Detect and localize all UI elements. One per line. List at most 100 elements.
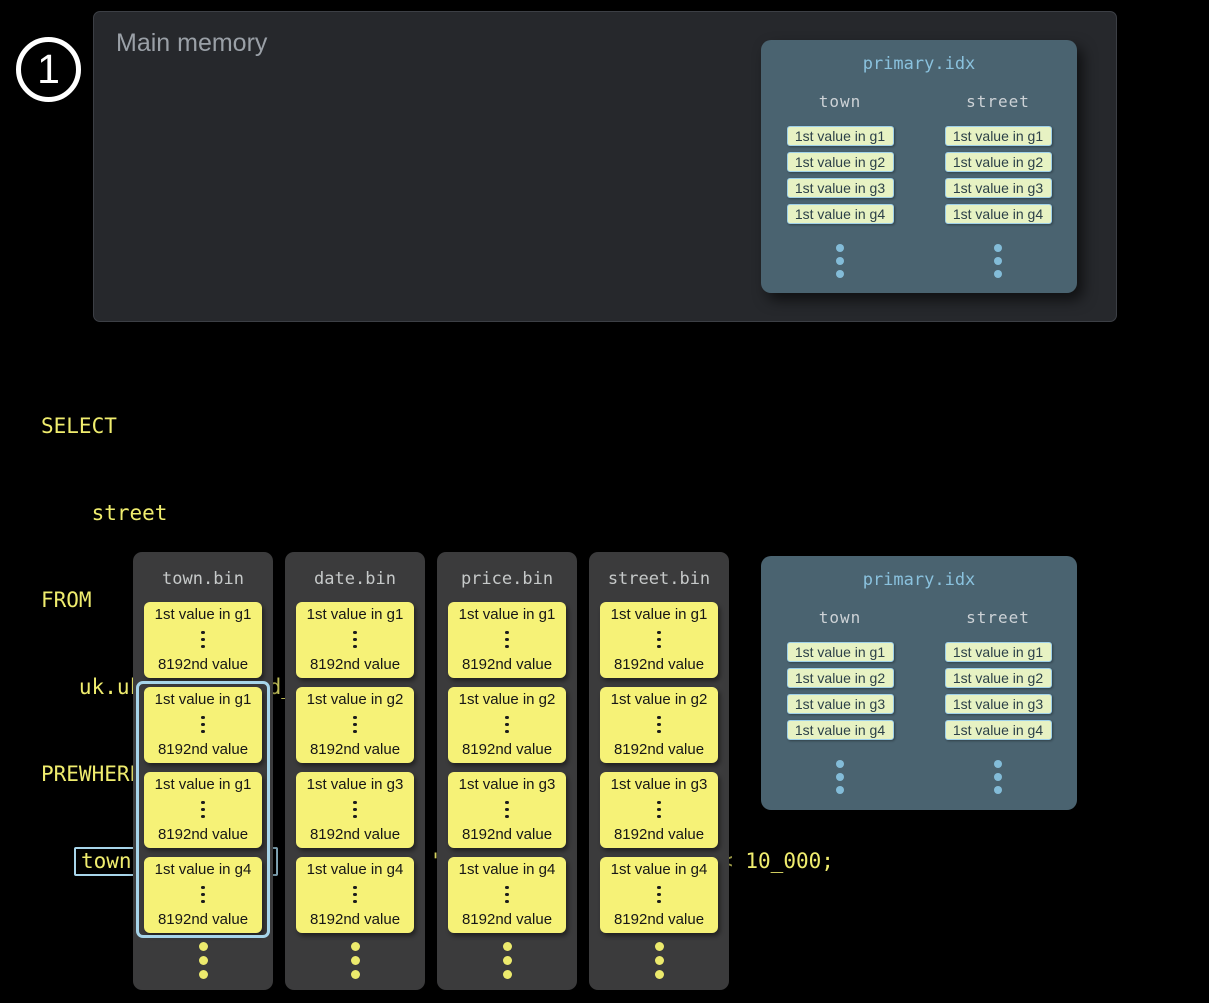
ellipsis-dots-icon bbox=[836, 239, 844, 283]
granule-first-value: 1st value in g4 bbox=[307, 861, 404, 878]
idx-column-town-header: town bbox=[819, 608, 862, 627]
granule-block: 1st value in g4 8192nd value bbox=[448, 857, 566, 933]
idx-column-town: town 1st value in g1 1st value in g2 1st… bbox=[761, 84, 919, 283]
idx-column-street-header: street bbox=[966, 92, 1030, 111]
granule-first-value: 1st value in g4 bbox=[155, 861, 252, 878]
bin-column-title: town.bin bbox=[133, 569, 273, 589]
granule-first-value: 1st value in g1 bbox=[155, 776, 252, 793]
granule-last-value: 8192nd value bbox=[158, 741, 248, 758]
granule-last-value: 8192nd value bbox=[310, 741, 400, 758]
granule-block: 1st value in g3 8192nd value bbox=[296, 772, 414, 848]
granule-block: 1st value in g1 8192nd value bbox=[600, 602, 718, 678]
bin-column-price: price.bin 1st value in g1 8192nd value 1… bbox=[437, 552, 577, 990]
granule-first-value: 1st value in g2 bbox=[611, 691, 708, 708]
granule-last-value: 8192nd value bbox=[158, 826, 248, 843]
granule-last-value: 8192nd value bbox=[158, 911, 248, 928]
ellipsis-dots-icon bbox=[505, 708, 509, 741]
granule-last-value: 8192nd value bbox=[310, 911, 400, 928]
granule-first-value: 1st value in g1 bbox=[155, 691, 252, 708]
idx-entry: 1st value in g4 bbox=[787, 204, 894, 224]
idx-entry: 1st value in g2 bbox=[945, 152, 1052, 172]
bin-column-date: date.bin 1st value in g1 8192nd value 1s… bbox=[285, 552, 425, 990]
ellipsis-dots-icon bbox=[437, 942, 577, 979]
ellipsis-dots-icon bbox=[201, 793, 205, 826]
granule-last-value: 8192nd value bbox=[462, 826, 552, 843]
idx-entry: 1st value in g4 bbox=[945, 204, 1052, 224]
idx-entry: 1st value in g2 bbox=[945, 668, 1052, 688]
bin-column-street: street.bin 1st value in g1 8192nd value … bbox=[589, 552, 729, 990]
primary-idx-title: primary.idx bbox=[761, 570, 1077, 590]
ellipsis-dots-icon bbox=[353, 708, 357, 741]
diagram-canvas: 1 Main memory primary.idx town 1st value… bbox=[0, 0, 1209, 1003]
idx-entry: 1st value in g2 bbox=[787, 152, 894, 172]
idx-entry: 1st value in g3 bbox=[945, 694, 1052, 714]
idx-entry: 1st value in g2 bbox=[787, 668, 894, 688]
ellipsis-dots-icon bbox=[285, 942, 425, 979]
ellipsis-dots-icon bbox=[657, 623, 661, 656]
granule-first-value: 1st value in g1 bbox=[611, 606, 708, 623]
ellipsis-dots-icon bbox=[505, 623, 509, 656]
granule-block: 1st value in g3 8192nd value bbox=[600, 772, 718, 848]
ellipsis-dots-icon bbox=[201, 708, 205, 741]
ellipsis-dots-icon bbox=[201, 878, 205, 911]
ellipsis-dots-icon bbox=[589, 942, 729, 979]
idx-entry: 1st value in g1 bbox=[945, 642, 1052, 662]
granule-block: 1st value in g1 8192nd value bbox=[144, 602, 262, 678]
idx-column-town: town 1st value in g1 1st value in g2 1st… bbox=[761, 600, 919, 799]
idx-entry: 1st value in g4 bbox=[787, 720, 894, 740]
granule-block: 1st value in g1 8192nd value bbox=[296, 602, 414, 678]
ellipsis-dots-icon bbox=[657, 878, 661, 911]
granule-first-value: 1st value in g1 bbox=[155, 606, 252, 623]
granule-block: 1st value in g1 8192nd value bbox=[144, 772, 262, 848]
granule-block: 1st value in g2 8192nd value bbox=[600, 687, 718, 763]
granule-block: 1st value in g1 8192nd value bbox=[448, 602, 566, 678]
granule-first-value: 1st value in g3 bbox=[611, 776, 708, 793]
ellipsis-dots-icon bbox=[353, 623, 357, 656]
idx-entry: 1st value in g1 bbox=[787, 642, 894, 662]
ellipsis-dots-icon bbox=[836, 755, 844, 799]
ellipsis-dots-icon bbox=[505, 878, 509, 911]
ellipsis-dots-icon bbox=[353, 878, 357, 911]
ellipsis-dots-icon bbox=[657, 708, 661, 741]
primary-idx-card-bottom: primary.idx town 1st value in g1 1st val… bbox=[761, 556, 1077, 810]
granule-last-value: 8192nd value bbox=[614, 741, 704, 758]
granule-first-value: 1st value in g3 bbox=[459, 776, 556, 793]
main-memory-title: Main memory bbox=[116, 29, 267, 58]
ellipsis-dots-icon bbox=[505, 793, 509, 826]
bin-column-town: town.bin 1st value in g1 8192nd value 1s… bbox=[133, 552, 273, 990]
granule-block: 1st value in g4 8192nd value bbox=[144, 857, 262, 933]
granule-last-value: 8192nd value bbox=[614, 911, 704, 928]
granule-first-value: 1st value in g1 bbox=[459, 606, 556, 623]
idx-entry: 1st value in g4 bbox=[945, 720, 1052, 740]
idx-column-town-header: town bbox=[819, 92, 862, 111]
primary-idx-card-top: primary.idx town 1st value in g1 1st val… bbox=[761, 40, 1077, 293]
primary-idx-title: primary.idx bbox=[761, 54, 1077, 74]
idx-column-street-header: street bbox=[966, 608, 1030, 627]
ellipsis-dots-icon bbox=[657, 793, 661, 826]
sql-line: SELECT bbox=[41, 412, 834, 441]
ellipsis-dots-icon bbox=[994, 755, 1002, 799]
granule-last-value: 8192nd value bbox=[310, 826, 400, 843]
granule-last-value: 8192nd value bbox=[614, 656, 704, 673]
ellipsis-dots-icon bbox=[353, 793, 357, 826]
sql-line: street bbox=[41, 499, 834, 528]
granule-last-value: 8192nd value bbox=[462, 741, 552, 758]
bin-column-title: street.bin bbox=[589, 569, 729, 589]
granule-last-value: 8192nd value bbox=[462, 911, 552, 928]
idx-entry: 1st value in g3 bbox=[787, 694, 894, 714]
granule-last-value: 8192nd value bbox=[158, 656, 248, 673]
idx-entry: 1st value in g3 bbox=[787, 178, 894, 198]
granule-block: 1st value in g2 8192nd value bbox=[448, 687, 566, 763]
primary-idx-columns: town 1st value in g1 1st value in g2 1st… bbox=[761, 600, 1077, 799]
granule-block: 1st value in g4 8192nd value bbox=[296, 857, 414, 933]
ellipsis-dots-icon bbox=[201, 623, 205, 656]
step-1-label: 1 bbox=[37, 46, 60, 93]
granule-block: 1st value in g3 8192nd value bbox=[448, 772, 566, 848]
granule-last-value: 8192nd value bbox=[462, 656, 552, 673]
idx-entry: 1st value in g1 bbox=[945, 126, 1052, 146]
ellipsis-dots-icon bbox=[133, 942, 273, 979]
granule-first-value: 1st value in g4 bbox=[611, 861, 708, 878]
step-1-badge: 1 bbox=[16, 37, 81, 102]
granule-first-value: 1st value in g4 bbox=[459, 861, 556, 878]
primary-idx-columns: town 1st value in g1 1st value in g2 1st… bbox=[761, 84, 1077, 283]
